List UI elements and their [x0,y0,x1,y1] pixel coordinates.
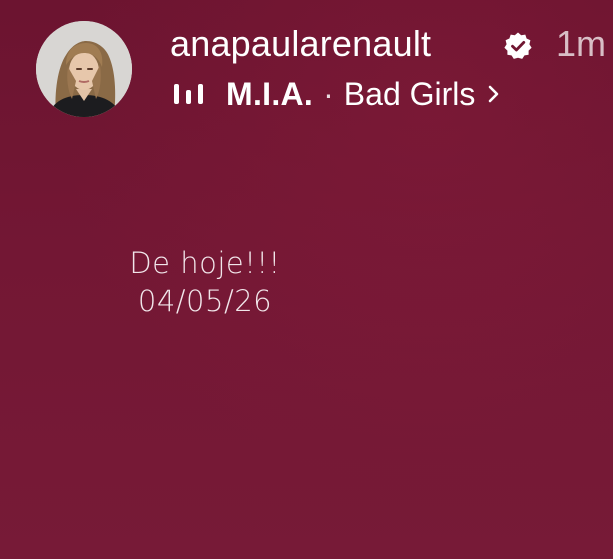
music-separator: · [323,76,334,112]
story-caption: De hoje!!! 04/05/26 [100,244,310,320]
caption-line-1: De hoje!!! [129,246,281,280]
avatar-portrait [36,21,132,117]
verified-badge-icon [503,31,533,61]
music-artist: M.I.A. [226,76,314,112]
caption-line-2: 04/05/26 [137,284,273,318]
post-time: 1m [556,23,607,64]
music-sticker-link[interactable]: M.I.A. · Bad Girls [172,76,503,112]
music-bars-icon [172,80,206,108]
chevron-right-icon [485,81,503,107]
story-header: anapaularenault 1m M.I.A. · Bad Girls [0,0,613,130]
music-song-title: Bad Girls [343,76,476,112]
username[interactable]: anapaularenault [170,22,431,66]
profile-avatar[interactable] [36,21,132,117]
